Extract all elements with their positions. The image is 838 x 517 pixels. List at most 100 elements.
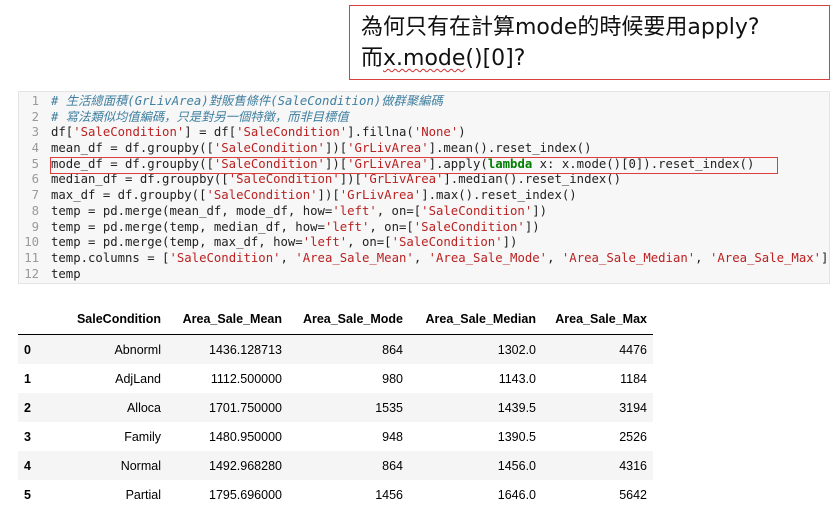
code-string: 'None' — [413, 125, 459, 140]
code-token: median_df = df.groupby([ — [51, 172, 229, 187]
code-string: 'SaleCondition' — [391, 235, 503, 250]
code-token: , — [547, 250, 562, 265]
line-number: 4 — [31, 141, 39, 156]
code-line-10: 10 temp = pd.merge(temp, max_df, how='lef… — [19, 235, 828, 251]
code-token: , on=[ — [347, 235, 392, 250]
cell-median: 1143.0 — [498, 371, 536, 386]
output-dataframe: SaleCondition Area_Sale_Mean Area_Sale_M… — [18, 303, 653, 509]
code-token: ] — [821, 250, 829, 265]
line-number: 6 — [31, 172, 39, 187]
cell-mean: 1795.696000 — [209, 487, 282, 502]
code-comment: # 生活總面積(GrLivArea)對販售條件(SaleCondition)做群… — [51, 94, 443, 108]
code-string: 'SaleCondition' — [73, 125, 185, 140]
code-token: temp.columns = [ — [51, 250, 170, 265]
code-token: , on=[ — [376, 203, 422, 218]
line-number: 5 — [31, 156, 39, 171]
callout-line-1: 為何只有在計算mode的時候要用apply? — [361, 15, 760, 40]
code-token: ] = df[ — [184, 125, 237, 140]
header-area-sale-max: Area_Sale_Max — [542, 303, 653, 335]
table-header-row: SaleCondition Area_Sale_Mean Area_Sale_M… — [18, 303, 653, 335]
cell-mean: 1492.968280 — [209, 458, 282, 473]
line-number: 8 — [31, 203, 39, 218]
code-line-7: 7 max_df = df.groupby(['SaleCondition'])[… — [19, 188, 828, 204]
code-token: x: x.mode()[0]).reset_index() — [532, 156, 755, 171]
row-index: 2 — [24, 400, 31, 415]
code-line-2: 2 # 寫法類似均值編碼，只是對另一個特徵，而非目標值 — [19, 110, 828, 126]
code-string: 'left' — [324, 219, 370, 234]
row-index: 3 — [24, 429, 31, 444]
cell-max: 4316 — [619, 458, 647, 473]
code-keyword: lambda — [487, 156, 533, 171]
header-salecondition: SaleCondition — [48, 303, 167, 335]
table-row: 5 Partial 1795.696000 1456 1646.0 5642 — [18, 480, 653, 509]
row-index: 0 — [24, 342, 31, 357]
row-index: 4 — [24, 458, 31, 473]
code-string: 'SaleCondition' — [169, 250, 281, 265]
cell-mode: 864 — [382, 458, 403, 473]
cell-salecondition: Abnorml — [114, 342, 161, 357]
code-token: temp — [51, 266, 81, 281]
code-token: mean_df = df.groupby([ — [51, 141, 214, 156]
cell-max: 1184 — [620, 371, 647, 386]
code-token: ].apply( — [428, 156, 488, 171]
code-token: ]) — [502, 235, 518, 250]
code-string: 'SaleCondition' — [236, 125, 348, 140]
code-string: 'Area_Sale_Mean' — [295, 250, 414, 265]
code-token: , — [413, 250, 429, 265]
code-token: ])[ — [324, 156, 348, 171]
callout-line-2-suffix: ()[0]? — [465, 46, 526, 71]
code-string: 'GrLivArea' — [347, 156, 429, 171]
code-string: 'Area_Sale_Mode' — [428, 250, 548, 265]
table-row: 0 Abnorml 1436.128713 864 1302.0 4476 — [18, 334, 653, 364]
code-string: 'Area_Sale_Median' — [561, 250, 696, 265]
code-string: 'SaleCondition' — [206, 188, 318, 203]
row-index: 5 — [24, 487, 31, 502]
code-string: 'GrLivArea' — [361, 172, 444, 187]
code-token: ) — [458, 125, 466, 140]
cell-salecondition: Alloca — [126, 400, 161, 415]
code-line-8: 8 temp = pd.merge(mean_df, mode_df, how='… — [19, 204, 828, 220]
code-cell[interactable]: 1 # 生活總面積(GrLivArea)對販售條件(SaleCondition)做… — [18, 91, 830, 284]
code-token: ])[ — [317, 188, 340, 203]
row-index: 1 — [24, 371, 31, 386]
cell-median: 1302.0 — [497, 342, 536, 357]
code-line-11: 11 temp.columns = ['SaleCondition', 'Area… — [19, 251, 828, 267]
code-string: 'left' — [302, 235, 348, 250]
table-row: 1 AdjLand 1112.500000 980 1143.0 1184 — [18, 364, 653, 393]
callout-line-2-code: x.mode — [383, 46, 466, 71]
line-number: 10 — [24, 235, 39, 250]
code-token: temp = pd.merge(mean_df, mode_df, how= — [51, 203, 333, 218]
code-token: df[ — [51, 125, 74, 140]
cell-mean: 1436.128713 — [209, 342, 282, 357]
code-line-12: 12 temp — [19, 267, 828, 283]
code-string: 'SaleCondition' — [213, 141, 325, 156]
cell-mode: 1535 — [375, 400, 403, 415]
code-token: , — [695, 250, 710, 265]
code-token: temp = pd.merge(temp, max_df, how= — [51, 235, 303, 250]
cell-max: 3194 — [619, 400, 647, 415]
code-line-1: 1 # 生活總面積(GrLivArea)對販售條件(SaleCondition)做… — [19, 94, 828, 110]
callout-line-2: 而x.mode()[0]? — [361, 43, 819, 74]
code-token: ].mean().reset_index() — [428, 141, 592, 156]
cell-mode: 864 — [382, 342, 403, 357]
cell-salecondition: AdjLand — [115, 371, 161, 386]
cell-salecondition: Family — [124, 429, 161, 444]
question-callout: 為何只有在計算mode的時候要用apply? 而x.mode()[0]? — [349, 5, 830, 80]
code-line-3: 3 df['SaleCondition'] = df['SaleCondition… — [19, 125, 828, 141]
line-number: 7 — [31, 188, 39, 203]
code-token: ])[ — [339, 172, 362, 187]
header-area-sale-mean: Area_Sale_Mean — [167, 303, 288, 335]
callout-line-2-prefix: 而 — [361, 46, 384, 71]
cell-median: 1439.5 — [497, 400, 536, 415]
code-token: , on=[ — [369, 219, 414, 234]
code-line-5: 5 mode_df = df.groupby(['SaleCondition'])… — [19, 157, 828, 173]
table-row: 2 Alloca 1701.750000 1535 1439.5 3194 — [18, 393, 653, 422]
code-token: mode_df = df.groupby([ — [51, 156, 214, 171]
header-area-sale-mode: Area_Sale_Mode — [288, 303, 409, 335]
cell-max: 4476 — [619, 342, 647, 357]
table-row: 4 Normal 1492.968280 864 1456.0 4316 — [18, 451, 653, 480]
line-number: 1 — [31, 94, 39, 108]
code-line-9: 9 temp = pd.merge(temp, median_df, how='l… — [19, 220, 828, 236]
code-token: ])[ — [324, 141, 348, 156]
cell-median: 1390.5 — [497, 429, 536, 444]
